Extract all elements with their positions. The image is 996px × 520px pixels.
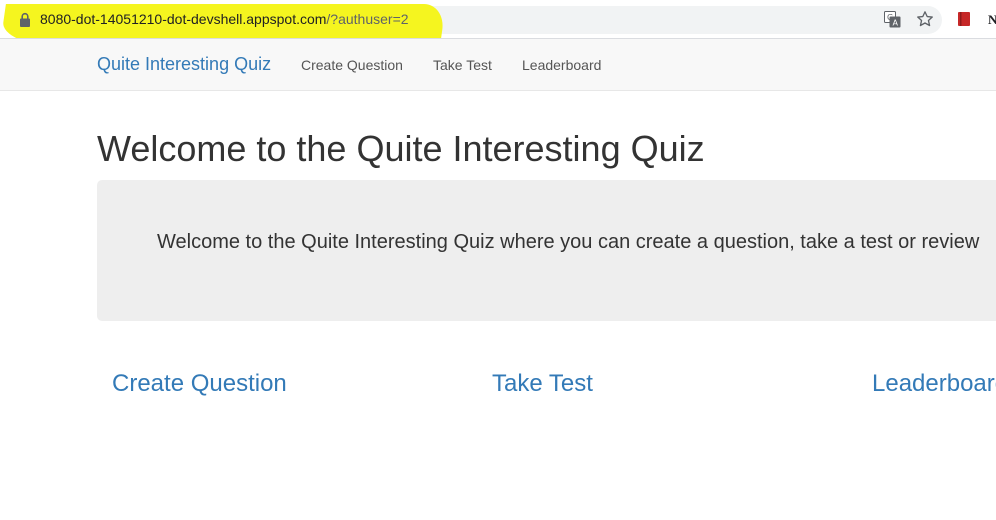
bookmark-star-icon[interactable]: [916, 10, 934, 28]
lock-icon[interactable]: [19, 12, 31, 28]
extension-n-icon[interactable]: N: [988, 12, 996, 28]
svg-text:A: A: [893, 19, 899, 28]
navbar-brand[interactable]: Quite Interesting Quiz: [97, 54, 271, 75]
translate-icon[interactable]: G A: [884, 11, 901, 28]
intro-text: Welcome to the Quite Interesting Quiz wh…: [157, 231, 980, 253]
nav-create-question[interactable]: Create Question: [301, 57, 403, 73]
page-title: Welcome to the Quite Interesting Quiz: [97, 128, 705, 169]
book-extension-icon[interactable]: [957, 11, 971, 27]
url-host: 8080-dot-14051210-dot-devshell.appspot.c…: [40, 11, 327, 27]
url-path: /?authuser=2: [326, 11, 409, 27]
intro-panel: Welcome to the Quite Interesting Quiz wh…: [97, 180, 996, 321]
navbar: Quite Interesting Quiz Create Question T…: [0, 39, 996, 91]
nav-take-test[interactable]: Take Test: [433, 57, 492, 73]
nav-leaderboard[interactable]: Leaderboard: [522, 57, 601, 73]
url-text[interactable]: 8080-dot-14051210-dot-devshell.appspot.c…: [40, 11, 409, 27]
leaderboard-link[interactable]: Leaderboard: [872, 370, 996, 398]
browser-toolbar: 8080-dot-14051210-dot-devshell.appspot.c…: [0, 0, 996, 46]
create-question-link[interactable]: Create Question: [112, 370, 287, 398]
take-test-link[interactable]: Take Test: [492, 370, 593, 398]
